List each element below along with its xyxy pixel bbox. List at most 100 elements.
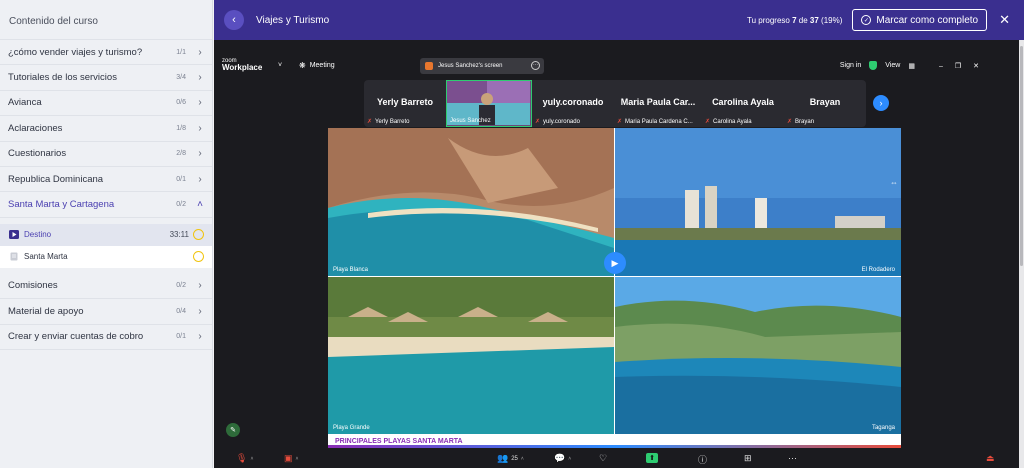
sidebar-item-label: Material de apoyo bbox=[8, 305, 84, 317]
course-title: Viajes y Turismo bbox=[256, 14, 330, 26]
share-button[interactable]: ⬆ bbox=[646, 453, 658, 463]
sidebar-item-republica-dominicana[interactable]: Republica Dominicana 0/1 › bbox=[0, 167, 212, 193]
participants-next-button[interactable]: › bbox=[873, 95, 889, 111]
zoom-toolbar: 🎙 ˄ ▣ ˄ 👥 25 ˄ 💬 ˄ ♡ ⬆ ⓘ ⊞ ⋯ ⏏ bbox=[214, 450, 1019, 468]
sidebar-item-count: 0/1 bbox=[176, 333, 186, 341]
shield-icon bbox=[869, 61, 878, 70]
participant-tile: Carolina Ayala ✗ Carolina Ayala bbox=[702, 80, 784, 127]
lesson-label: Santa Marta bbox=[24, 252, 68, 262]
progress-done: 7 bbox=[792, 15, 797, 25]
participant-tile: Brayan ✗ Brayan bbox=[784, 80, 866, 127]
zoom-meeting-label: ❋ Meeting bbox=[299, 61, 335, 70]
photo-el-rodadero: El Rodadero bbox=[615, 128, 901, 276]
chevron-right-icon: › bbox=[198, 148, 202, 160]
apps-button[interactable]: ⊞ bbox=[744, 453, 752, 464]
mute-button[interactable]: 🎙 ˄ bbox=[236, 453, 253, 464]
lesson-duration: 33:11 bbox=[169, 230, 189, 240]
photo-image bbox=[615, 277, 901, 434]
participant-small-name: Yerly Barreto bbox=[375, 118, 410, 125]
heart-icon: ♡ bbox=[599, 453, 608, 463]
participant-small-label: ✗ Carolina Ayala bbox=[705, 118, 752, 126]
participant-small-label: ✗ Maria Paula Cardena C... bbox=[617, 118, 693, 126]
chat-button[interactable]: 💬 ˄ bbox=[554, 453, 571, 464]
more-button[interactable]: ⋯ bbox=[788, 453, 797, 464]
sidebar-item-tutoriales[interactable]: Tutoriales de los servicios 3/4 › bbox=[0, 65, 212, 91]
participant-name: yuly.coronado bbox=[542, 97, 604, 107]
chevron-right-icon: › bbox=[198, 331, 202, 343]
grid-icon: ▦ bbox=[908, 62, 915, 70]
sidebar-item-santa-marta-cartagena[interactable]: Santa Marta y Cartagena 0/2 ˄ bbox=[0, 192, 212, 218]
progress-of: de bbox=[798, 15, 808, 25]
participant-small-name: Brayan bbox=[795, 118, 815, 125]
sidebar-item-count: 3/4 bbox=[176, 74, 186, 82]
lesson-item-destino[interactable]: Destino 33:11 bbox=[0, 223, 212, 246]
participant-name: Yerly Barreto bbox=[376, 97, 434, 107]
apps-icon: ⊞ bbox=[744, 453, 752, 463]
participant-small-label: ✗ yuly.coronado bbox=[535, 118, 580, 126]
camera-off-icon: ▣ bbox=[284, 453, 293, 463]
back-button[interactable]: ‹ bbox=[224, 10, 244, 30]
page-scrollbar[interactable] bbox=[1019, 40, 1024, 468]
annotate-button[interactable]: ✎ bbox=[226, 423, 240, 437]
sidebar-item-count: 0/6 bbox=[176, 99, 186, 107]
sidebar-item-aclaraciones[interactable]: Aclaraciones 1/8 › bbox=[0, 116, 212, 142]
sidebar-item-avianca[interactable]: Avianca 0/6 › bbox=[0, 91, 212, 117]
lesson-item-santa-marta[interactable]: Santa Marta bbox=[0, 245, 212, 268]
sidebar-item-material-apoyo[interactable]: Material de apoyo 0/4 › bbox=[0, 299, 212, 325]
chevron-right-icon: › bbox=[198, 72, 202, 84]
progress-percent: (19%) bbox=[821, 15, 843, 25]
participant-small-label: Jesus Sanchez bbox=[450, 118, 491, 124]
participants-button[interactable]: 👥 25 ˄ bbox=[497, 453, 524, 464]
sidebar-item-count: 1/1 bbox=[176, 48, 186, 56]
check-circle-icon: ✓ bbox=[861, 15, 872, 25]
photo-image bbox=[615, 128, 901, 276]
app-root: Contenido del curso ¿cómo vender viajes … bbox=[0, 0, 1024, 468]
progress-total: 37 bbox=[809, 15, 819, 25]
chevron-down-icon: ˅ bbox=[278, 62, 283, 69]
participant-small-name: Maria Paula Cardena C... bbox=[625, 118, 693, 125]
share-screen-icon bbox=[425, 62, 433, 70]
paw-icon: ❋ bbox=[299, 61, 306, 70]
zoom-logo: zoom Workplace bbox=[222, 58, 262, 72]
close-icon[interactable]: ✕ bbox=[999, 12, 1010, 28]
more-icon: ⋯ bbox=[788, 453, 797, 463]
participant-small-name: Jesus Sanchez bbox=[450, 118, 491, 124]
participant-tile: Yerly Barreto ✗ Yerly Barreto bbox=[364, 80, 446, 127]
slide-footer: PRINCIPALES PLAYAS SANTA MARTA bbox=[328, 434, 901, 448]
signin-label: Sign in bbox=[839, 62, 862, 69]
participants-icon: 👥 bbox=[497, 453, 509, 463]
info-button[interactable]: ⓘ bbox=[698, 453, 707, 466]
sidebar-item-label: Tutoriales de los servicios bbox=[8, 72, 117, 84]
react-button[interactable]: ♡ bbox=[599, 453, 607, 464]
play-button[interactable]: ▶ bbox=[604, 252, 626, 274]
participant-small-name: Carolina Ayala bbox=[713, 118, 752, 125]
sidebar-item-count: 1/8 bbox=[176, 124, 186, 132]
sidebar-item-count: 0/4 bbox=[176, 307, 186, 315]
photo-caption: El Rodadero bbox=[861, 267, 895, 273]
sidebar-item-cuentas-cobro[interactable]: Crear y enviar cuentas de cobro 0/1 › bbox=[0, 325, 212, 350]
chevron-up-icon: ˄ bbox=[250, 455, 254, 462]
expand-icon[interactable]: ⇔ bbox=[890, 178, 898, 187]
participants-count: 25 bbox=[511, 455, 518, 462]
photo-playa-blanca: Playa Blanca bbox=[328, 128, 614, 276]
leave-button[interactable]: ⏏ bbox=[986, 453, 995, 464]
window-controls-icon: –❐✕ bbox=[938, 62, 991, 70]
chevron-right-icon: › bbox=[198, 173, 202, 185]
participant-tile: yuly.coronado ✗ yuly.coronado bbox=[532, 80, 614, 127]
lesson-label: Destino bbox=[24, 230, 52, 240]
sidebar-item-vender[interactable]: ¿cómo vender viajes y turismo? 1/1 › bbox=[0, 40, 212, 66]
sidebar-item-cuestionarios[interactable]: Cuestionarios 2/8 › bbox=[0, 142, 212, 167]
mark-complete-button[interactable]: ✓ Marcar como completo bbox=[852, 9, 988, 31]
slide-footer-bar bbox=[328, 445, 901, 448]
chevron-right-icon: › bbox=[198, 280, 202, 292]
mic-muted-icon: ✗ bbox=[705, 119, 711, 125]
video-player: zoom Workplace ˅ ❋ Meeting Jesus Sanchez… bbox=[214, 40, 1019, 468]
screen-share-indicator: Jesus Sanchez's screen ··· bbox=[420, 58, 544, 74]
progress-ring-icon bbox=[193, 251, 204, 263]
scrollbar-thumb[interactable] bbox=[1020, 46, 1023, 266]
video-button[interactable]: ▣ ˄ bbox=[284, 453, 298, 464]
sidebar-item-comisiones[interactable]: Comisiones 0/2 › bbox=[0, 274, 212, 300]
photo-caption: Playa Blanca bbox=[333, 267, 369, 273]
mic-muted-icon: ✗ bbox=[535, 119, 541, 125]
sidebar-item-label: Comisiones bbox=[8, 280, 58, 292]
